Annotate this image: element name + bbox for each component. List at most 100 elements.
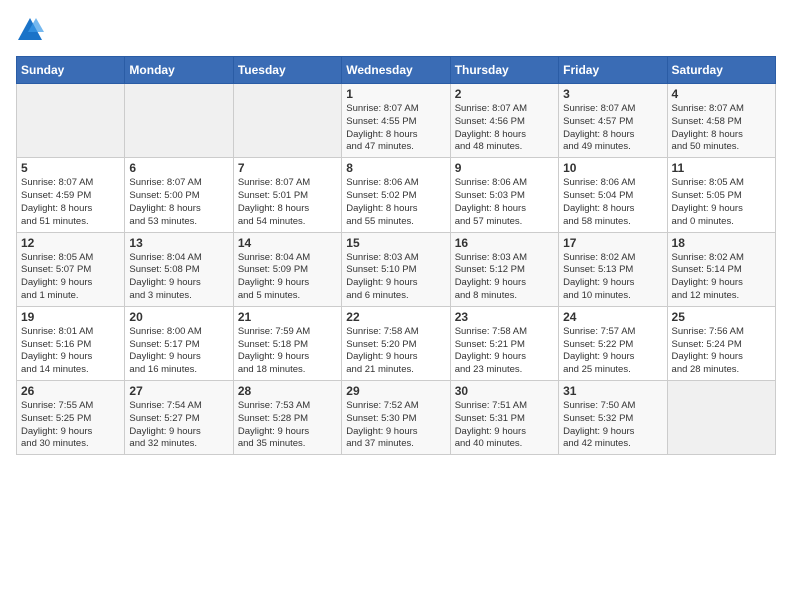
calendar-cell — [17, 84, 125, 158]
day-info: Sunrise: 8:04 AM Sunset: 5:09 PM Dayligh… — [238, 252, 337, 303]
calendar-week-3: 12Sunrise: 8:05 AM Sunset: 5:07 PM Dayli… — [17, 232, 776, 306]
day-number: 13 — [129, 236, 228, 250]
day-number: 8 — [346, 161, 445, 175]
calendar-cell: 25 Sunrise: 7:56 AM Sunset: 5:24 PM Dayli… — [667, 306, 775, 380]
day-number: 18 — [672, 236, 771, 250]
day-info: Sunrise: 7:53 AM Sunset: 5:28 PM Dayligh… — [238, 400, 337, 451]
day-number: 3 — [563, 87, 662, 101]
day-info: Sunrise: 7:59 AM Sunset: 5:18 PM Dayligh… — [238, 326, 337, 377]
day-info: Sunrise: 8:06 AM Sunset: 5:02 PM Dayligh… — [346, 177, 445, 228]
day-number: 6 — [129, 161, 228, 175]
day-number: 17 — [563, 236, 662, 250]
calendar-header: SundayMondayTuesdayWednesdayThursdayFrid… — [17, 57, 776, 84]
calendar-cell: 28 Sunrise: 7:53 AM Sunset: 5:28 PM Dayli… — [233, 381, 341, 455]
day-number: 1 — [346, 87, 445, 101]
day-info: Sunrise: 8:07 AM Sunset: 5:01 PM Dayligh… — [238, 177, 337, 228]
calendar-cell: 23 Sunrise: 7:58 AM Sunset: 5:21 PM Dayli… — [450, 306, 558, 380]
calendar-cell: 2 Sunrise: 8:07 AM Sunset: 4:56 PM Daylig… — [450, 84, 558, 158]
day-number: 29 — [346, 384, 445, 398]
day-info: Sunrise: 8:00 AM Sunset: 5:17 PM Dayligh… — [129, 326, 228, 377]
day-number: 5 — [21, 161, 120, 175]
calendar-cell: 12Sunrise: 8:05 AM Sunset: 5:07 PM Dayli… — [17, 232, 125, 306]
day-info: Sunrise: 8:02 AM Sunset: 5:14 PM Dayligh… — [672, 252, 771, 303]
weekday-header-sunday: Sunday — [17, 57, 125, 84]
day-number: 21 — [238, 310, 337, 324]
day-info: Sunrise: 8:07 AM Sunset: 4:58 PM Dayligh… — [672, 103, 771, 154]
calendar-cell: 9Sunrise: 8:06 AM Sunset: 5:03 PM Daylig… — [450, 158, 558, 232]
day-info: Sunrise: 8:05 AM Sunset: 5:05 PM Dayligh… — [672, 177, 771, 228]
day-number: 2 — [455, 87, 554, 101]
day-info: Sunrise: 7:50 AM Sunset: 5:32 PM Dayligh… — [563, 400, 662, 451]
calendar-body: 1 Sunrise: 8:07 AM Sunset: 4:55 PM Daylig… — [17, 84, 776, 455]
calendar-cell: 16 Sunrise: 8:03 AM Sunset: 5:12 PM Dayli… — [450, 232, 558, 306]
calendar-cell: 6 Sunrise: 8:07 AM Sunset: 5:00 PM Daylig… — [125, 158, 233, 232]
day-info: Sunrise: 8:03 AM Sunset: 5:12 PM Dayligh… — [455, 252, 554, 303]
weekday-header-wednesday: Wednesday — [342, 57, 450, 84]
day-number: 23 — [455, 310, 554, 324]
calendar-cell — [125, 84, 233, 158]
day-number: 11 — [672, 161, 771, 175]
calendar-cell: 20 Sunrise: 8:00 AM Sunset: 5:17 PM Dayli… — [125, 306, 233, 380]
day-info: Sunrise: 7:51 AM Sunset: 5:31 PM Dayligh… — [455, 400, 554, 451]
day-number: 25 — [672, 310, 771, 324]
logo — [16, 16, 48, 44]
calendar-cell: 5 Sunrise: 8:07 AM Sunset: 4:59 PM Daylig… — [17, 158, 125, 232]
day-info: Sunrise: 8:07 AM Sunset: 4:59 PM Dayligh… — [21, 177, 120, 228]
day-info: Sunrise: 8:07 AM Sunset: 5:00 PM Dayligh… — [129, 177, 228, 228]
day-info: Sunrise: 8:07 AM Sunset: 4:56 PM Dayligh… — [455, 103, 554, 154]
weekday-header-saturday: Saturday — [667, 57, 775, 84]
calendar-table: SundayMondayTuesdayWednesdayThursdayFrid… — [16, 56, 776, 455]
day-number: 10 — [563, 161, 662, 175]
calendar-cell: 7Sunrise: 8:07 AM Sunset: 5:01 PM Daylig… — [233, 158, 341, 232]
day-info: Sunrise: 8:04 AM Sunset: 5:08 PM Dayligh… — [129, 252, 228, 303]
weekday-header-tuesday: Tuesday — [233, 57, 341, 84]
logo-icon — [16, 16, 44, 44]
day-info: Sunrise: 7:54 AM Sunset: 5:27 PM Dayligh… — [129, 400, 228, 451]
calendar-cell: 17 Sunrise: 8:02 AM Sunset: 5:13 PM Dayli… — [559, 232, 667, 306]
day-info: Sunrise: 8:02 AM Sunset: 5:13 PM Dayligh… — [563, 252, 662, 303]
day-number: 14 — [238, 236, 337, 250]
day-number: 4 — [672, 87, 771, 101]
day-number: 16 — [455, 236, 554, 250]
calendar-cell: 10 Sunrise: 8:06 AM Sunset: 5:04 PM Dayli… — [559, 158, 667, 232]
calendar-cell: 3 Sunrise: 8:07 AM Sunset: 4:57 PM Daylig… — [559, 84, 667, 158]
day-info: Sunrise: 7:58 AM Sunset: 5:20 PM Dayligh… — [346, 326, 445, 377]
day-info: Sunrise: 8:07 AM Sunset: 4:55 PM Dayligh… — [346, 103, 445, 154]
calendar-cell: 29 Sunrise: 7:52 AM Sunset: 5:30 PM Dayli… — [342, 381, 450, 455]
day-number: 19 — [21, 310, 120, 324]
weekday-header-monday: Monday — [125, 57, 233, 84]
day-number: 20 — [129, 310, 228, 324]
day-info: Sunrise: 7:58 AM Sunset: 5:21 PM Dayligh… — [455, 326, 554, 377]
calendar-week-4: 19 Sunrise: 8:01 AM Sunset: 5:16 PM Dayli… — [17, 306, 776, 380]
day-info: Sunrise: 8:06 AM Sunset: 5:04 PM Dayligh… — [563, 177, 662, 228]
calendar-cell: 1 Sunrise: 8:07 AM Sunset: 4:55 PM Daylig… — [342, 84, 450, 158]
calendar-cell: 18 Sunrise: 8:02 AM Sunset: 5:14 PM Dayli… — [667, 232, 775, 306]
day-info: Sunrise: 8:07 AM Sunset: 4:57 PM Dayligh… — [563, 103, 662, 154]
calendar-cell: 8 Sunrise: 8:06 AM Sunset: 5:02 PM Daylig… — [342, 158, 450, 232]
calendar-cell: 4 Sunrise: 8:07 AM Sunset: 4:58 PM Daylig… — [667, 84, 775, 158]
day-number: 22 — [346, 310, 445, 324]
calendar-cell: 27 Sunrise: 7:54 AM Sunset: 5:27 PM Dayli… — [125, 381, 233, 455]
page-header — [16, 16, 776, 44]
day-info: Sunrise: 7:57 AM Sunset: 5:22 PM Dayligh… — [563, 326, 662, 377]
day-number: 26 — [21, 384, 120, 398]
weekday-header-friday: Friday — [559, 57, 667, 84]
day-number: 28 — [238, 384, 337, 398]
calendar-cell: 14 Sunrise: 8:04 AM Sunset: 5:09 PM Dayli… — [233, 232, 341, 306]
weekday-row: SundayMondayTuesdayWednesdayThursdayFrid… — [17, 57, 776, 84]
day-info: Sunrise: 7:56 AM Sunset: 5:24 PM Dayligh… — [672, 326, 771, 377]
weekday-header-thursday: Thursday — [450, 57, 558, 84]
calendar-cell: 26 Sunrise: 7:55 AM Sunset: 5:25 PM Dayli… — [17, 381, 125, 455]
calendar-cell: 11 Sunrise: 8:05 AM Sunset: 5:05 PM Dayli… — [667, 158, 775, 232]
day-info: Sunrise: 8:03 AM Sunset: 5:10 PM Dayligh… — [346, 252, 445, 303]
calendar-week-2: 5 Sunrise: 8:07 AM Sunset: 4:59 PM Daylig… — [17, 158, 776, 232]
day-number: 15 — [346, 236, 445, 250]
calendar-cell: 13 Sunrise: 8:04 AM Sunset: 5:08 PM Dayli… — [125, 232, 233, 306]
day-info: Sunrise: 7:52 AM Sunset: 5:30 PM Dayligh… — [346, 400, 445, 451]
calendar-cell: 30Sunrise: 7:51 AM Sunset: 5:31 PM Dayli… — [450, 381, 558, 455]
day-number: 31 — [563, 384, 662, 398]
day-info: Sunrise: 7:55 AM Sunset: 5:25 PM Dayligh… — [21, 400, 120, 451]
day-number: 27 — [129, 384, 228, 398]
day-number: 24 — [563, 310, 662, 324]
day-info: Sunrise: 8:01 AM Sunset: 5:16 PM Dayligh… — [21, 326, 120, 377]
